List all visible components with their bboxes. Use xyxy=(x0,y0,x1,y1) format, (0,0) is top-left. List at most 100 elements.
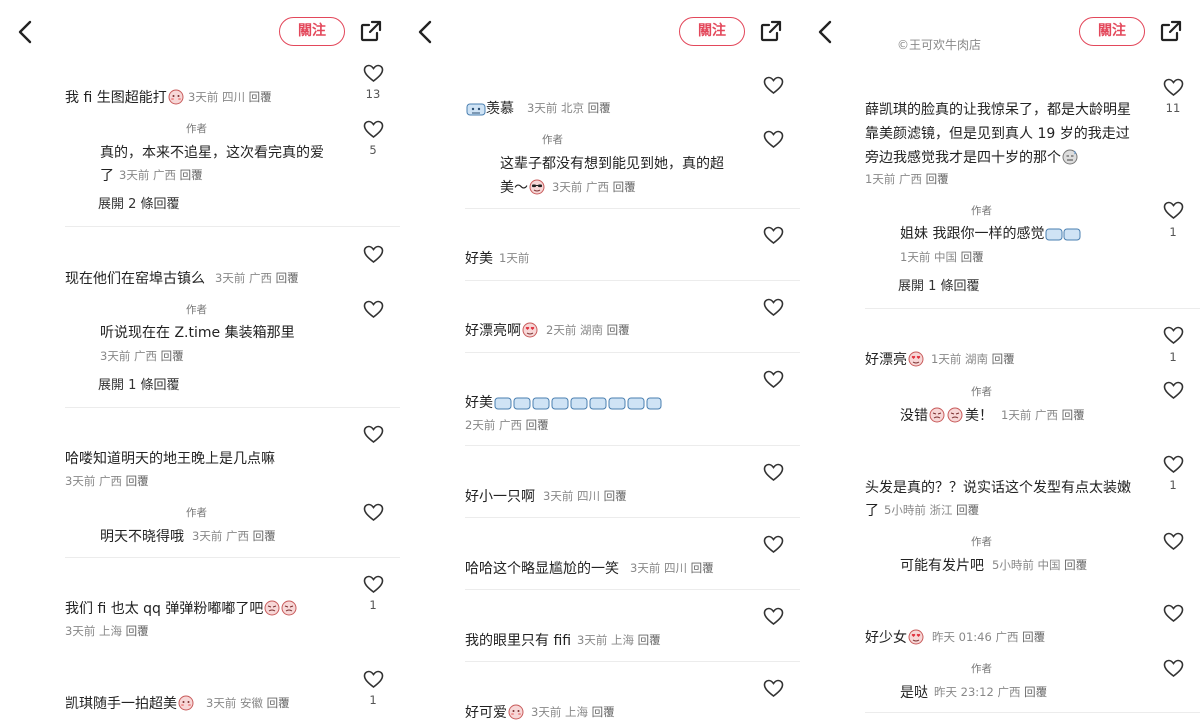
share-icon[interactable] xyxy=(1159,19,1183,43)
comment-meta: 3天前 四川 回覆 xyxy=(630,561,714,575)
divider xyxy=(65,226,400,227)
reply-link[interactable]: 回覆 xyxy=(1022,630,1045,644)
reply-link[interactable]: 回覆 xyxy=(267,696,290,710)
heart-icon[interactable] xyxy=(763,463,784,482)
heart-icon[interactable] xyxy=(763,130,784,149)
heart-icon[interactable] xyxy=(1163,455,1184,474)
reply-text: 可能有发片吧 xyxy=(900,558,984,574)
comment-text: 好小一只啊 xyxy=(465,489,535,505)
comment-meta: 昨天 01:46 广西 回覆 xyxy=(932,630,1046,644)
expand-replies-button[interactable]: 展開 1 條回覆 xyxy=(98,374,180,393)
heart-icon[interactable] xyxy=(363,670,384,689)
heart-icon[interactable] xyxy=(363,300,384,319)
reply-meta: 3天前 广西 回覆 xyxy=(552,180,636,194)
heart-icon[interactable] xyxy=(1163,78,1184,97)
reply-text: 是哒 xyxy=(900,685,928,701)
reply-meta: 3天前 广西 回覆 xyxy=(192,529,276,543)
heart-icon[interactable] xyxy=(363,425,384,444)
comment-meta: 3天前 上海 回覆 xyxy=(577,633,661,647)
reply-link[interactable]: 回覆 xyxy=(604,489,627,503)
reply-link[interactable]: 回覆 xyxy=(276,271,299,285)
heart-icon[interactable] xyxy=(1163,201,1184,220)
heart-icon[interactable] xyxy=(363,120,384,139)
follow-button[interactable]: 關注 xyxy=(1079,17,1145,46)
divider xyxy=(865,712,1200,713)
reply-text: 听说现在在 Z.time 集装箱那里 xyxy=(100,325,295,341)
comment-meta: 1天前 广西 回覆 xyxy=(865,172,949,186)
reply-link[interactable]: 回覆 xyxy=(161,349,184,363)
comment-text: 羡慕 xyxy=(465,98,514,120)
reply-link[interactable]: 回覆 xyxy=(253,529,276,543)
reply-link[interactable]: 回覆 xyxy=(926,172,949,186)
author-tag: 作者 xyxy=(186,123,207,135)
heart-icon[interactable] xyxy=(363,575,384,594)
heart-icon[interactable] xyxy=(763,76,784,95)
reply-link[interactable]: 回覆 xyxy=(180,168,203,182)
heart-icon[interactable] xyxy=(1163,532,1184,551)
reply-link[interactable]: 回覆 xyxy=(992,352,1015,366)
comment-meta: 1天前 xyxy=(499,251,530,265)
divider xyxy=(65,557,400,558)
heart-icon[interactable] xyxy=(363,503,384,522)
share-icon[interactable] xyxy=(359,19,383,43)
chevron-left-icon[interactable] xyxy=(14,18,36,46)
reply-text: 明天不晓得哦 xyxy=(100,529,184,545)
heart-icon[interactable] xyxy=(763,535,784,554)
heart-icon[interactable] xyxy=(1163,659,1184,678)
reply-link[interactable]: 回覆 xyxy=(592,705,615,719)
like-count: 5 xyxy=(369,143,377,157)
shop-badge[interactable]: ©王可欢牛肉店 xyxy=(897,36,981,53)
expand-replies-button[interactable]: 展開 1 條回覆 xyxy=(898,275,980,294)
reply-link[interactable]: 回覆 xyxy=(1062,408,1085,422)
share-icon[interactable] xyxy=(759,19,783,43)
follow-button[interactable]: 關注 xyxy=(679,17,745,46)
reply-link[interactable]: 回覆 xyxy=(956,503,979,517)
heart-icon[interactable] xyxy=(1163,604,1184,623)
heart-eyes-emoji-icon xyxy=(908,351,924,371)
divider xyxy=(465,661,800,662)
reply-link[interactable]: 回覆 xyxy=(613,180,636,194)
author-tag: 作者 xyxy=(186,304,207,316)
comment-meta: 3天前 广西 回覆 xyxy=(65,474,149,488)
reply-link[interactable]: 回覆 xyxy=(526,418,549,432)
blush-emoji-icon xyxy=(178,695,194,715)
reply-link[interactable]: 回覆 xyxy=(607,323,630,337)
author-tag: 作者 xyxy=(186,507,207,519)
reply-link[interactable]: 回覆 xyxy=(1024,685,1047,699)
heart-icon[interactable] xyxy=(363,245,384,264)
reply-link[interactable]: 回覆 xyxy=(126,624,149,638)
reply-link[interactable]: 回覆 xyxy=(588,101,611,115)
reply-link[interactable]: 回覆 xyxy=(249,90,272,104)
like-count: 11 xyxy=(1165,101,1181,115)
heart-icon[interactable] xyxy=(363,64,384,83)
heart-icon[interactable] xyxy=(1163,381,1184,400)
reply-link[interactable]: 回覆 xyxy=(961,250,984,264)
reply-link[interactable]: 回覆 xyxy=(126,474,149,488)
follow-button[interactable]: 關注 xyxy=(279,17,345,46)
reply-link[interactable]: 回覆 xyxy=(691,561,714,575)
expand-replies-button[interactable]: 展開 2 條回覆 xyxy=(98,193,180,212)
reply-link[interactable]: 回覆 xyxy=(638,633,661,647)
comment-text: 凯琪随手一拍超美 xyxy=(65,693,194,715)
like-count: 1 xyxy=(1169,225,1177,239)
reply-text: 姐妹 我跟你一样的感觉 xyxy=(900,223,1081,245)
reply-meta: 1天前 中国 回覆 xyxy=(900,250,984,264)
heart-icon[interactable] xyxy=(1163,326,1184,345)
heart-icon[interactable] xyxy=(763,226,784,245)
heart-icon[interactable] xyxy=(763,607,784,626)
heart-icon[interactable] xyxy=(763,370,784,389)
comment-text-line3: 旁边我感觉我才是四十岁的那个 xyxy=(865,147,1078,169)
comment-text: 薛凯琪的脸真的让我惊呆了，都是大龄明星 xyxy=(865,102,1131,118)
comment-text: 现在他们在窑埠古镇么 xyxy=(65,271,205,287)
reply-link[interactable]: 回覆 xyxy=(1064,558,1087,572)
chevron-left-icon[interactable] xyxy=(814,18,836,46)
comment-text-line2: 靠美颜滤镜，但是见到真人 19 岁的我走过 xyxy=(865,126,1130,142)
heart-icon[interactable] xyxy=(763,298,784,317)
heart-icon[interactable] xyxy=(763,679,784,698)
comment-text: 好可爱 xyxy=(465,702,524,724)
chevron-left-icon[interactable] xyxy=(414,18,436,46)
envy-emoji-icon xyxy=(1045,225,1081,245)
cool-emoji-icon xyxy=(529,179,545,199)
divider xyxy=(465,208,800,209)
author-tag: 作者 xyxy=(971,536,992,548)
